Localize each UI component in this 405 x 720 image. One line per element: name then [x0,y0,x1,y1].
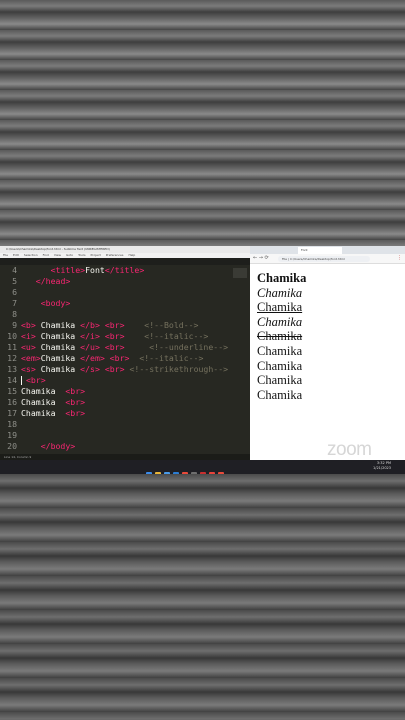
code-line[interactable]: 5 </head> [0,276,250,287]
zoom-watermark: zoom [327,439,372,460]
blurred-background-bottom [0,474,405,720]
menu-item-selection[interactable]: Selection [24,253,38,257]
line-text: <b> Chamika </b> <br> <!--Bold--> [21,320,199,330]
code-line[interactable]: 14 <br> [0,375,250,386]
line-text: <br> [25,375,46,385]
code-line[interactable]: 8 [0,309,250,320]
menu-item-help[interactable]: Help [128,253,135,257]
menu-item-goto[interactable]: Goto [66,253,73,257]
line-number: 13 [7,364,17,374]
menu-item-project[interactable]: Project [91,253,101,257]
line-number: 17 [7,408,17,418]
editor-tab-bar: font.html [0,258,250,276]
code-line[interactable]: 13 <s> Chamika </s> <br> <!--strikethroug… [0,364,250,375]
text-cursor [21,376,22,385]
line-number: 9 [12,320,17,330]
code-line[interactable]: 6 [0,287,250,298]
menu-item-find[interactable]: Find [43,253,49,257]
browser-tab-strip: Font [250,246,405,254]
line-text: Chamika <br> [21,386,86,396]
code-line[interactable]: 11 <u> Chamika </u> <br> <!--underline--> [0,342,250,353]
code-line[interactable]: 12 <em>Chamika </em> <br> <!--italic--> [0,353,250,364]
code-line[interactable]: 15 Chamika <br> [0,386,250,397]
output-line: Chamika [257,314,303,329]
rendered-page-content: Chamika Chamika Chamika Chamika Chamika Chami… [257,271,306,402]
output-line: Chamika [257,373,303,388]
line-text: <s> Chamika </s> <br> <!--strikethrough-… [21,364,229,374]
code-line[interactable]: 19 [0,430,250,441]
menu-item-edit[interactable]: Edit [13,253,19,257]
windows-taskbar: 3:32 PM 1/21/2023 [0,460,405,474]
line-text: <em>Chamika </em> <br> <!--italic--> [21,353,204,363]
code-line[interactable]: 4 <title>Font</title> [0,265,250,276]
code-line[interactable]: 9 <b> Chamika </b> <br> <!--Bold--> [0,320,250,331]
line-number: 18 [7,419,17,429]
nav-buttons-icon[interactable]: ← → ⟳ [253,255,269,262]
code-line[interactable]: 18 [0,419,250,430]
line-number: 15 [7,386,17,396]
code-line[interactable]: 10 <i> Chamika </i> <br> <!--italic--> [0,331,250,342]
code-line[interactable]: 7 <body> [0,298,250,309]
line-number: 19 [7,430,17,440]
url-field[interactable]: File | C:/Users/Chamika/Desktop/font.htm… [278,255,370,262]
line-text: </head> [35,276,71,286]
sublime-editor-window: C:\Users\Chamika\Desktop\font.html - Sub… [0,246,254,474]
output-line: Chamika [257,271,307,285]
line-number: 11 [7,342,17,352]
editor-title-bar: C:\Users\Chamika\Desktop\font.html - Sub… [0,246,250,253]
clock-date: 1/21/2023 [373,466,391,470]
taskbar-app-icons [146,463,227,474]
line-number: 7 [12,298,17,308]
menu-item-preferences[interactable]: Preferences [106,253,124,257]
code-area[interactable]: 4 <title>Font</title> 5 </head> 6 7 <body> 8… [0,265,250,462]
output-line: Chamika [257,358,303,373]
line-text: <i> Chamika </i> <br> <!--italic--> [21,331,209,341]
code-line[interactable]: 16 Chamika <br> [0,397,250,408]
code-line[interactable]: 17 Chamika <br> [0,408,250,419]
menu-item-tools[interactable]: Tools [78,253,85,257]
blurred-background-top [0,0,405,246]
line-number: 5 [12,276,17,286]
line-text: </body> [40,441,76,451]
browser-menu-icon[interactable]: ⋮ [397,255,402,262]
line-text: Chamika <br> [21,397,86,407]
line-text: <body> [40,298,71,308]
line-number: 16 [7,397,17,407]
line-number: 6 [12,287,17,297]
line-number: 8 [12,309,17,319]
output-line: Chamika [257,285,303,300]
line-number: 10 [7,331,17,341]
browser-window: Font ← → ⟳ File | C:/Users/Chamika/Deskt… [250,246,405,460]
screen-recording: C:\Users\Chamika\Desktop\font.html - Sub… [0,246,405,474]
line-text: <u> Chamika </u> <br> <!--underline--> [21,342,229,352]
menu-item-file[interactable]: File [3,253,8,257]
line-number: 20 [7,441,17,451]
taskbar-clock[interactable]: 3:32 PM 1/21/2023 [373,461,391,471]
browser-address-bar: ← → ⟳ File | C:/Users/Chamika/Desktop/fo… [250,254,405,264]
browser-tab-font[interactable]: Font [298,247,342,254]
output-line: Chamika [257,387,303,402]
menu-item-view[interactable]: View [54,253,61,257]
output-line: Chamika [257,329,303,344]
output-line: Chamika [257,300,303,315]
line-text: Chamika <br> [21,408,86,418]
output-line: Chamika [257,343,303,358]
minimap[interactable] [233,268,247,278]
line-number: 12 [7,353,17,363]
line-number: 4 [12,265,17,275]
line-number: 14 [7,375,17,385]
code-line[interactable]: 20 </body> [0,441,250,452]
line-text: <title>Font</title> [50,265,145,275]
